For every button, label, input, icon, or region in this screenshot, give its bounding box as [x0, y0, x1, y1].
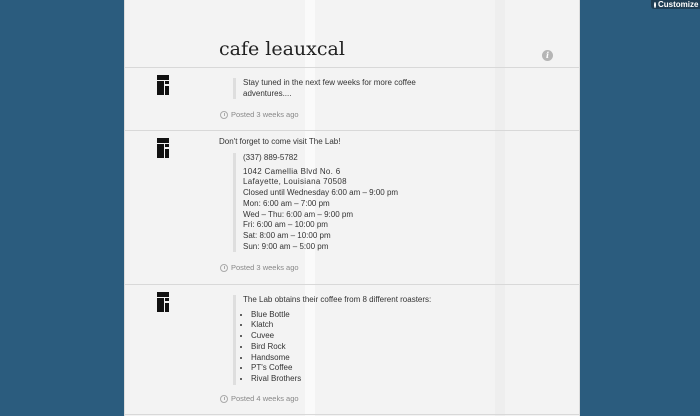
- list-item: PT's Coffee: [251, 363, 463, 374]
- hours-line: Mon: 6:00 am – 7:00 pm: [243, 198, 330, 208]
- customize-label: Customize: [658, 0, 699, 9]
- quote-line: adventures....: [243, 88, 292, 98]
- post-text: Don't forget to come visit The Lab!: [219, 137, 341, 146]
- customize-button[interactable]: Customize: [651, 0, 700, 9]
- divider: [125, 414, 579, 415]
- post-type-icon[interactable]: [157, 138, 169, 158]
- post-type-icon[interactable]: [157, 292, 169, 312]
- list-item: Klatch: [251, 320, 463, 331]
- post-meta[interactable]: Posted 3 weeks ago: [220, 263, 299, 272]
- phone-number: (337) 889-5782: [243, 153, 298, 162]
- address-line: 1042 Camellia Blvd No. 6: [243, 166, 341, 176]
- list-item: Bird Rock: [251, 342, 463, 353]
- address-line: Lafayette, Louisiana 70508: [243, 177, 347, 187]
- list-item: Cuvee: [251, 331, 463, 342]
- post-type-icon[interactable]: [157, 75, 169, 95]
- hours-line: Sun: 9:00 am – 5:00 pm: [243, 241, 329, 251]
- clock-icon: [220, 110, 228, 119]
- list-item: Rival Brothers: [251, 374, 463, 385]
- hours-line: Wed – Thu: 6:00 am – 9:00 pm: [243, 209, 353, 219]
- post-meta[interactable]: Posted 4 weeks ago: [220, 394, 299, 403]
- post-date[interactable]: Posted 3 weeks ago: [231, 263, 299, 272]
- quote-intro: The Lab obtains their coffee from 8 diff…: [243, 295, 432, 304]
- hours-line: Closed until Wednesday 6:00 am – 9:00 pm: [243, 188, 399, 198]
- clock-icon: [220, 263, 228, 272]
- roaster-list: Blue Bottle Klatch Cuvee Bird Rock Hands…: [243, 310, 463, 385]
- divider: [125, 130, 579, 131]
- hours-line: Fri: 6:00 am – 10:00 pm: [243, 220, 328, 230]
- wrench-icon: [654, 1, 656, 8]
- divider: [125, 284, 579, 285]
- hours-line: Sat: 8:00 am – 10:00 pm: [243, 230, 331, 240]
- post-date[interactable]: Posted 4 weeks ago: [231, 394, 299, 403]
- blog-title[interactable]: cafe leauxcal: [219, 38, 345, 60]
- post-date[interactable]: Posted 3 weeks ago: [231, 110, 299, 119]
- post-quote: (337) 889-5782 1042 Camellia Blvd No. 6 …: [233, 153, 463, 253]
- divider: [125, 67, 579, 68]
- list-item: Handsome: [251, 353, 463, 364]
- post-quote: Stay tuned in the next few weeks for mor…: [233, 78, 463, 99]
- info-icon[interactable]: i: [542, 50, 553, 61]
- list-item: Blue Bottle: [251, 310, 463, 321]
- clock-icon: [220, 394, 228, 403]
- post-quote: The Lab obtains their coffee from 8 diff…: [233, 295, 463, 385]
- quote-line: Stay tuned in the next few weeks for mor…: [243, 78, 416, 87]
- post-meta[interactable]: Posted 3 weeks ago: [220, 110, 299, 119]
- blog-page: cafe leauxcal i Stay tuned in the next f…: [124, 0, 580, 416]
